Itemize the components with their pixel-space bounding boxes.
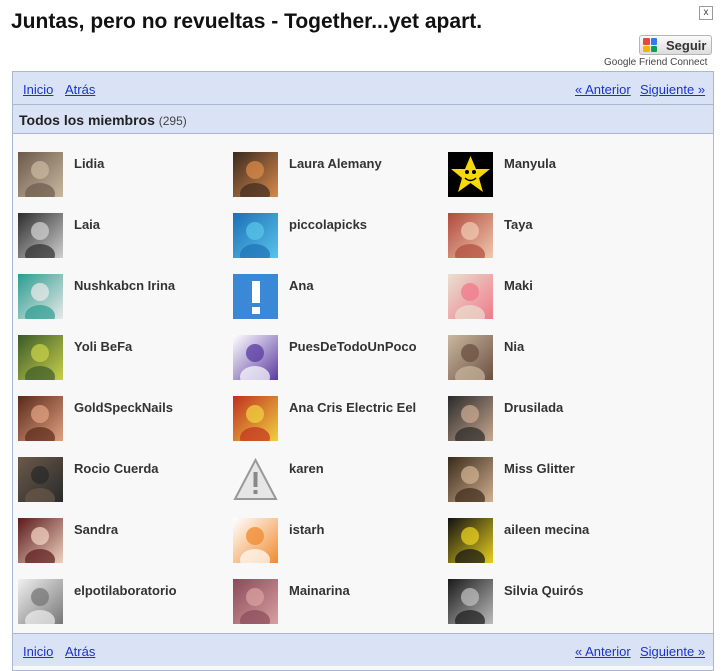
follow-button-label: Seguir [666, 38, 707, 53]
section-title-text: Todos los miembros [19, 112, 155, 128]
member-item[interactable]: Ana Cris Electric Eel [233, 396, 443, 446]
member-avatar[interactable] [233, 457, 278, 502]
member-name[interactable]: Silvia Quirós [504, 583, 583, 598]
member-name[interactable]: Drusilada [504, 400, 563, 415]
member-item[interactable]: Silvia Quirós [448, 579, 658, 629]
member-avatar[interactable] [448, 335, 493, 380]
bottom-nav: Inicio Atrás « Anterior Siguiente » [13, 633, 713, 666]
section-title: Todos los miembros (295) [19, 112, 187, 128]
member-count: (295) [158, 114, 187, 128]
member-avatar[interactable] [18, 274, 63, 319]
page-title: Juntas, pero no revueltas - Together...y… [11, 10, 483, 33]
member-name[interactable]: Ana Cris Electric Eel [289, 400, 416, 415]
back-link-bottom[interactable]: Atrás [65, 644, 95, 659]
member-name[interactable]: Nushkabcn Irina [74, 278, 175, 293]
member-name[interactable]: Taya [504, 217, 533, 232]
member-avatar[interactable] [448, 274, 493, 319]
member-item[interactable]: Nushkabcn Irina [18, 274, 228, 324]
home-link[interactable]: Inicio [23, 82, 53, 97]
home-link-bottom[interactable]: Inicio [23, 644, 53, 659]
member-name[interactable]: Miss Glitter [504, 461, 575, 476]
member-avatar[interactable] [448, 457, 493, 502]
close-button[interactable]: x [699, 6, 713, 20]
member-item[interactable]: Rocio Cuerda [18, 457, 228, 507]
member-item[interactable]: Drusilada [448, 396, 658, 446]
member-name[interactable]: elpotilaboratorio [74, 583, 177, 598]
next-link-bottom[interactable]: Siguiente » [640, 644, 705, 659]
member-item[interactable]: GoldSpeckNails [18, 396, 228, 446]
member-item[interactable]: karen [233, 457, 443, 507]
member-name[interactable]: Manyula [504, 156, 556, 171]
member-name[interactable]: Yoli BeFa [74, 339, 132, 354]
member-avatar[interactable] [18, 213, 63, 258]
member-item[interactable]: Yoli BeFa [18, 335, 228, 385]
member-item[interactable]: Laia [18, 213, 228, 263]
member-avatar[interactable] [18, 518, 63, 563]
member-item[interactable]: piccolapicks [233, 213, 443, 263]
member-avatar[interactable] [18, 396, 63, 441]
member-name[interactable]: Sandra [74, 522, 118, 537]
member-item[interactable]: Manyula [448, 152, 658, 202]
member-name[interactable]: Maki [504, 278, 533, 293]
member-item[interactable]: Miss Glitter [448, 457, 658, 507]
member-avatar[interactable] [233, 335, 278, 380]
member-name[interactable]: karen [289, 461, 324, 476]
member-avatar[interactable] [233, 274, 278, 319]
top-nav: Inicio Atrás « Anterior Siguiente » [13, 72, 713, 105]
member-avatar[interactable] [18, 335, 63, 380]
member-name[interactable]: Laia [74, 217, 100, 232]
member-item[interactable]: Sandra [18, 518, 228, 568]
gfc-caption: Google Friend Connect [604, 57, 708, 68]
member-name[interactable]: aileen mecina [504, 522, 589, 537]
member-avatar[interactable] [448, 152, 493, 197]
member-item[interactable]: Laura Alemany [233, 152, 443, 202]
member-avatar[interactable] [233, 396, 278, 441]
member-item[interactable]: Nia [448, 335, 658, 385]
member-item[interactable]: istarh [233, 518, 443, 568]
prev-link-bottom[interactable]: « Anterior [575, 644, 631, 659]
member-name[interactable]: piccolapicks [289, 217, 367, 232]
member-avatar[interactable] [448, 518, 493, 563]
member-item[interactable]: Ana [233, 274, 443, 324]
member-item[interactable]: Mainarina [233, 579, 443, 629]
member-avatar[interactable] [18, 579, 63, 624]
google-friend-connect-icon [643, 38, 657, 52]
member-avatar[interactable] [18, 152, 63, 197]
prev-link[interactable]: « Anterior [575, 82, 631, 97]
member-name[interactable]: Nia [504, 339, 524, 354]
member-item[interactable]: Taya [448, 213, 658, 263]
member-name[interactable]: PuesDeTodoUnPoco [289, 339, 417, 354]
member-avatar[interactable] [448, 396, 493, 441]
follow-button[interactable]: Seguir [639, 35, 712, 55]
members-panel: Inicio Atrás « Anterior Siguiente » Todo… [12, 71, 714, 671]
member-avatar[interactable] [233, 213, 278, 258]
member-avatar[interactable] [448, 213, 493, 258]
back-link[interactable]: Atrás [65, 82, 95, 97]
member-name[interactable]: Lidia [74, 156, 104, 171]
member-name[interactable]: Mainarina [289, 583, 350, 598]
member-avatar[interactable] [233, 579, 278, 624]
member-avatar[interactable] [233, 518, 278, 563]
member-name[interactable]: GoldSpeckNails [74, 400, 173, 415]
member-avatar[interactable] [18, 457, 63, 502]
member-item[interactable]: Lidia [18, 152, 228, 202]
next-link[interactable]: Siguiente » [640, 82, 705, 97]
member-name[interactable]: Ana [289, 278, 314, 293]
member-item[interactable]: aileen mecina [448, 518, 658, 568]
member-item[interactable]: PuesDeTodoUnPoco [233, 335, 443, 385]
member-item[interactable]: Maki [448, 274, 658, 324]
section-header: Todos los miembros (295) [13, 105, 713, 134]
member-name[interactable]: Rocio Cuerda [74, 461, 159, 476]
member-item[interactable]: elpotilaboratorio [18, 579, 228, 629]
member-name[interactable]: Laura Alemany [289, 156, 382, 171]
member-avatar[interactable] [233, 152, 278, 197]
member-name[interactable]: istarh [289, 522, 324, 537]
member-avatar[interactable] [448, 579, 493, 624]
